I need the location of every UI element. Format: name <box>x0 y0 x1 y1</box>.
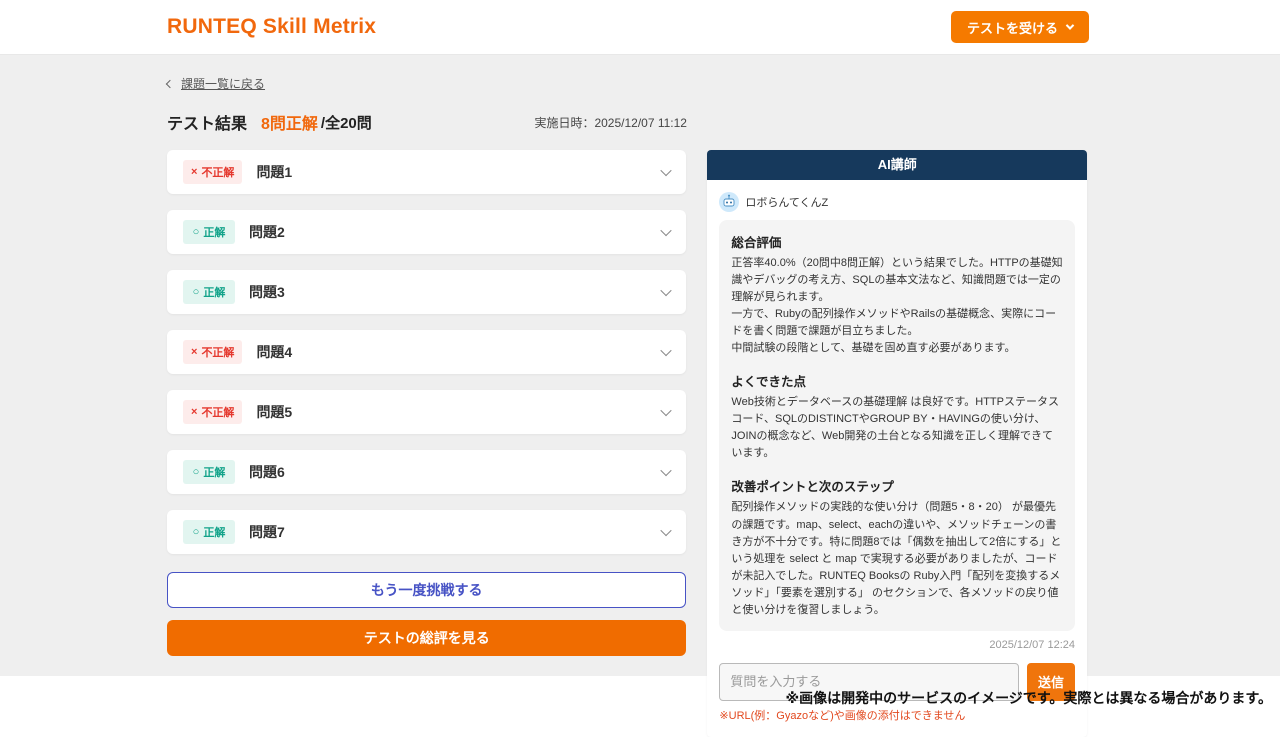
ai-instructor-panel: AI講師 ロボらんて <box>707 150 1087 737</box>
back-link[interactable]: 課題一覧に戻る <box>167 75 265 92</box>
message-timestamp: 2025/12/07 12:24 <box>719 639 1075 651</box>
score-correct: 8問正解 <box>261 110 318 134</box>
status-badge: × 不正解 <box>183 340 242 364</box>
correct-icon: ○ <box>193 467 200 478</box>
question-label: 問題1 <box>256 162 292 182</box>
question-label: 問題4 <box>256 342 292 362</box>
question-row[interactable]: ○ 正解 問題3 <box>167 270 686 314</box>
bot-identity: ロボらんてくんZ <box>719 192 1075 212</box>
status-badge-label: 不正解 <box>201 164 234 180</box>
footer-disclaimer: ※画像は開発中のサービスのイメージです。実際とは異なる場合があります。 <box>785 688 1272 708</box>
chevron-down-icon <box>661 225 672 236</box>
take-test-label: テストを受ける <box>967 18 1058 37</box>
page-title: テスト結果 <box>167 110 247 134</box>
status-badge: × 不正解 <box>183 400 242 424</box>
chevron-down-icon <box>1066 21 1074 29</box>
status-badge: ○ 正解 <box>183 460 235 484</box>
question-row[interactable]: × 不正解 問題5 <box>167 390 686 434</box>
status-badge: ○ 正解 <box>183 520 235 544</box>
chevron-down-icon <box>661 465 672 476</box>
status-badge: ○ 正解 <box>183 280 235 304</box>
section-heading: 改善ポイントと次のステップ <box>731 476 1063 495</box>
status-badge-label: 正解 <box>203 524 225 540</box>
status-badge: × 不正解 <box>183 160 242 184</box>
message-section: 総合評価 正答率40.0%（20問中8問正解）という結果でした。HTTPの基礎知… <box>731 232 1063 357</box>
chevron-down-icon <box>661 525 672 536</box>
correct-icon: ○ <box>193 527 200 538</box>
question-label: 問題3 <box>249 282 285 302</box>
incorrect-icon: × <box>191 167 197 178</box>
bot-name: ロボらんてくんZ <box>745 194 828 210</box>
correct-icon: ○ <box>193 227 200 238</box>
section-body: Web技術とデータベースの基礎理解 は良好です。HTTPステータスコード、SQL… <box>731 394 1063 462</box>
question-list: × 不正解 問題1 ○ 正解 問題2 ○ <box>167 150 686 656</box>
question-label: 問題6 <box>249 462 285 482</box>
question-row[interactable]: ○ 正解 問題2 <box>167 210 686 254</box>
take-test-button[interactable]: テストを受ける <box>951 11 1089 43</box>
question-row[interactable]: ○ 正解 問題6 <box>167 450 686 494</box>
section-body: 正答率40.0%（20問中8問正解）という結果でした。HTTPの基礎知識やデバッ… <box>731 255 1063 357</box>
question-row[interactable]: × 不正解 問題4 <box>167 330 686 374</box>
chevron-down-icon <box>661 165 672 176</box>
retry-button[interactable]: もう一度挑戦する <box>167 572 686 608</box>
ai-message-bubble: 総合評価 正答率40.0%（20問中8問正解）という結果でした。HTTPの基礎知… <box>719 220 1075 631</box>
page-footer: ※画像は開発中のサービスのイメージです。実際とは異なる場合があります。 <box>0 676 1280 720</box>
chevron-down-icon <box>661 345 672 356</box>
message-section: よくできた点 Web技術とデータベースの基礎理解 は良好です。HTTPステータス… <box>731 371 1063 462</box>
back-link-label: 課題一覧に戻る <box>181 75 265 92</box>
app-header: RUNTEQ Skill Metrix テストを受ける <box>0 0 1280 55</box>
status-badge-label: 不正解 <box>201 344 234 360</box>
status-badge-label: 不正解 <box>201 404 234 420</box>
status-badge-label: 正解 <box>203 284 225 300</box>
question-label: 問題7 <box>249 522 285 542</box>
question-row[interactable]: ○ 正解 問題7 <box>167 510 686 554</box>
correct-icon: ○ <box>193 287 200 298</box>
incorrect-icon: × <box>191 407 197 418</box>
status-badge: ○ 正解 <box>183 220 235 244</box>
ai-panel-title: AI講師 <box>707 150 1087 180</box>
overall-review-button[interactable]: テストの総評を見る <box>167 620 686 656</box>
status-badge-label: 正解 <box>203 464 225 480</box>
chevron-left-icon <box>166 79 174 87</box>
attachment-note: ※URL(例：Gyazoなど)や画像の添付はできません <box>719 707 1075 723</box>
result-summary-row: テスト結果 8問正解 /全20問 実施日時：2025/12/07 11:12 <box>167 110 687 134</box>
chevron-down-icon <box>661 405 672 416</box>
score-total: /全20問 <box>321 112 372 133</box>
question-row[interactable]: × 不正解 問題1 <box>167 150 686 194</box>
test-date: 実施日時：2025/12/07 11:12 <box>534 114 687 131</box>
question-label: 問題5 <box>256 402 292 422</box>
main-area: 課題一覧に戻る テスト結果 8問正解 /全20問 実施日時：2025/12/07… <box>0 55 1280 676</box>
chevron-down-icon <box>661 285 672 296</box>
section-body: 配列操作メソッドの実践的な使い分け（問題5・8・20） が最優先の課題です。ma… <box>731 499 1063 618</box>
question-label: 問題2 <box>249 222 285 242</box>
section-heading: 総合評価 <box>731 232 1063 251</box>
status-badge-label: 正解 <box>203 224 225 240</box>
section-heading: よくできた点 <box>731 371 1063 390</box>
app-logo[interactable]: RUNTEQ Skill Metrix <box>167 15 376 39</box>
bot-avatar-icon <box>719 192 739 212</box>
incorrect-icon: × <box>191 347 197 358</box>
message-section: 改善ポイントと次のステップ 配列操作メソッドの実践的な使い分け（問題5・8・20… <box>731 476 1063 618</box>
